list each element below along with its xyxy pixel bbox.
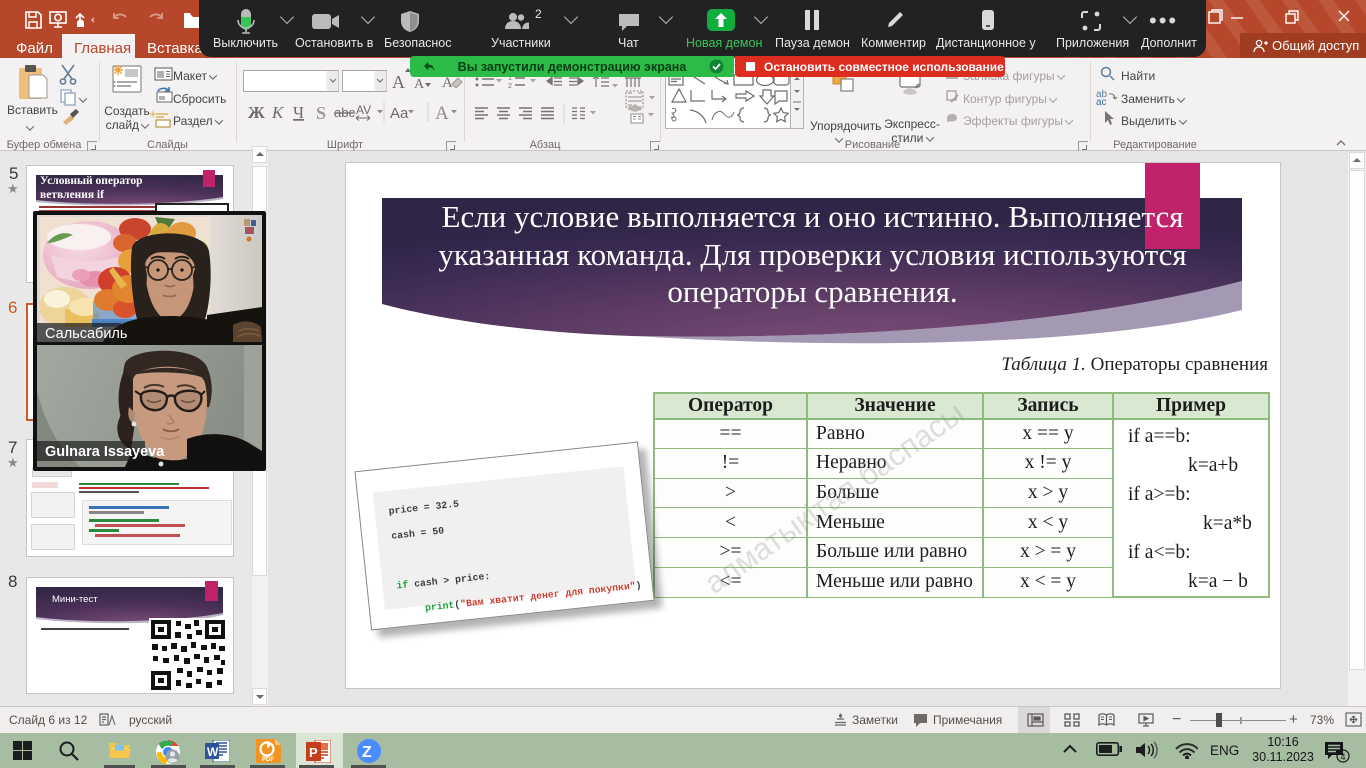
svg-text:W: W	[207, 745, 219, 759]
svg-text:abc: abc	[334, 105, 355, 120]
svg-text:Сальсабиль: Сальсабиль	[45, 326, 127, 342]
svg-text:А: А	[442, 75, 453, 91]
svg-text:4: 4	[1341, 752, 1346, 762]
svg-text:К: К	[271, 103, 285, 122]
svg-text:Gulnara Issayeva: Gulnara Issayeva	[45, 444, 165, 460]
svg-text:Ж: Ж	[248, 103, 265, 122]
svg-text:S: S	[316, 103, 326, 123]
svg-text:Z: Z	[362, 744, 372, 761]
svg-text:ac: ac	[1096, 97, 1107, 108]
svg-text:Ч: Ч	[293, 103, 304, 122]
svg-text:А: А	[392, 72, 405, 92]
svg-text:А: А	[435, 103, 449, 124]
svg-text:AV: AV	[356, 103, 371, 117]
svg-text:2: 2	[508, 83, 512, 90]
svg-text:А: А	[414, 77, 425, 92]
svg-text:Aa: Aa	[390, 105, 409, 122]
svg-text:PDF: PDF	[262, 757, 274, 763]
svg-text:P: P	[309, 745, 318, 760]
